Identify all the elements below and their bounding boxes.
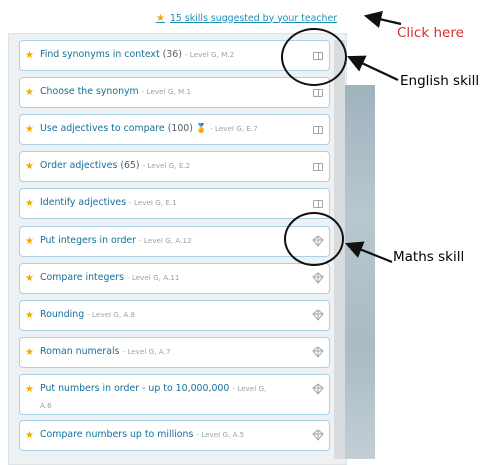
annotation-english-skill: English skill	[400, 73, 480, 89]
arrow-to-link	[363, 10, 402, 29]
annotation-arrows	[344, 10, 402, 264]
arrow-to-maths-icon	[344, 241, 393, 264]
arrow-to-english-icon	[347, 55, 399, 81]
annotation-click-here: Click here	[397, 25, 464, 41]
annotation-maths-skill: Maths skill	[393, 249, 465, 265]
